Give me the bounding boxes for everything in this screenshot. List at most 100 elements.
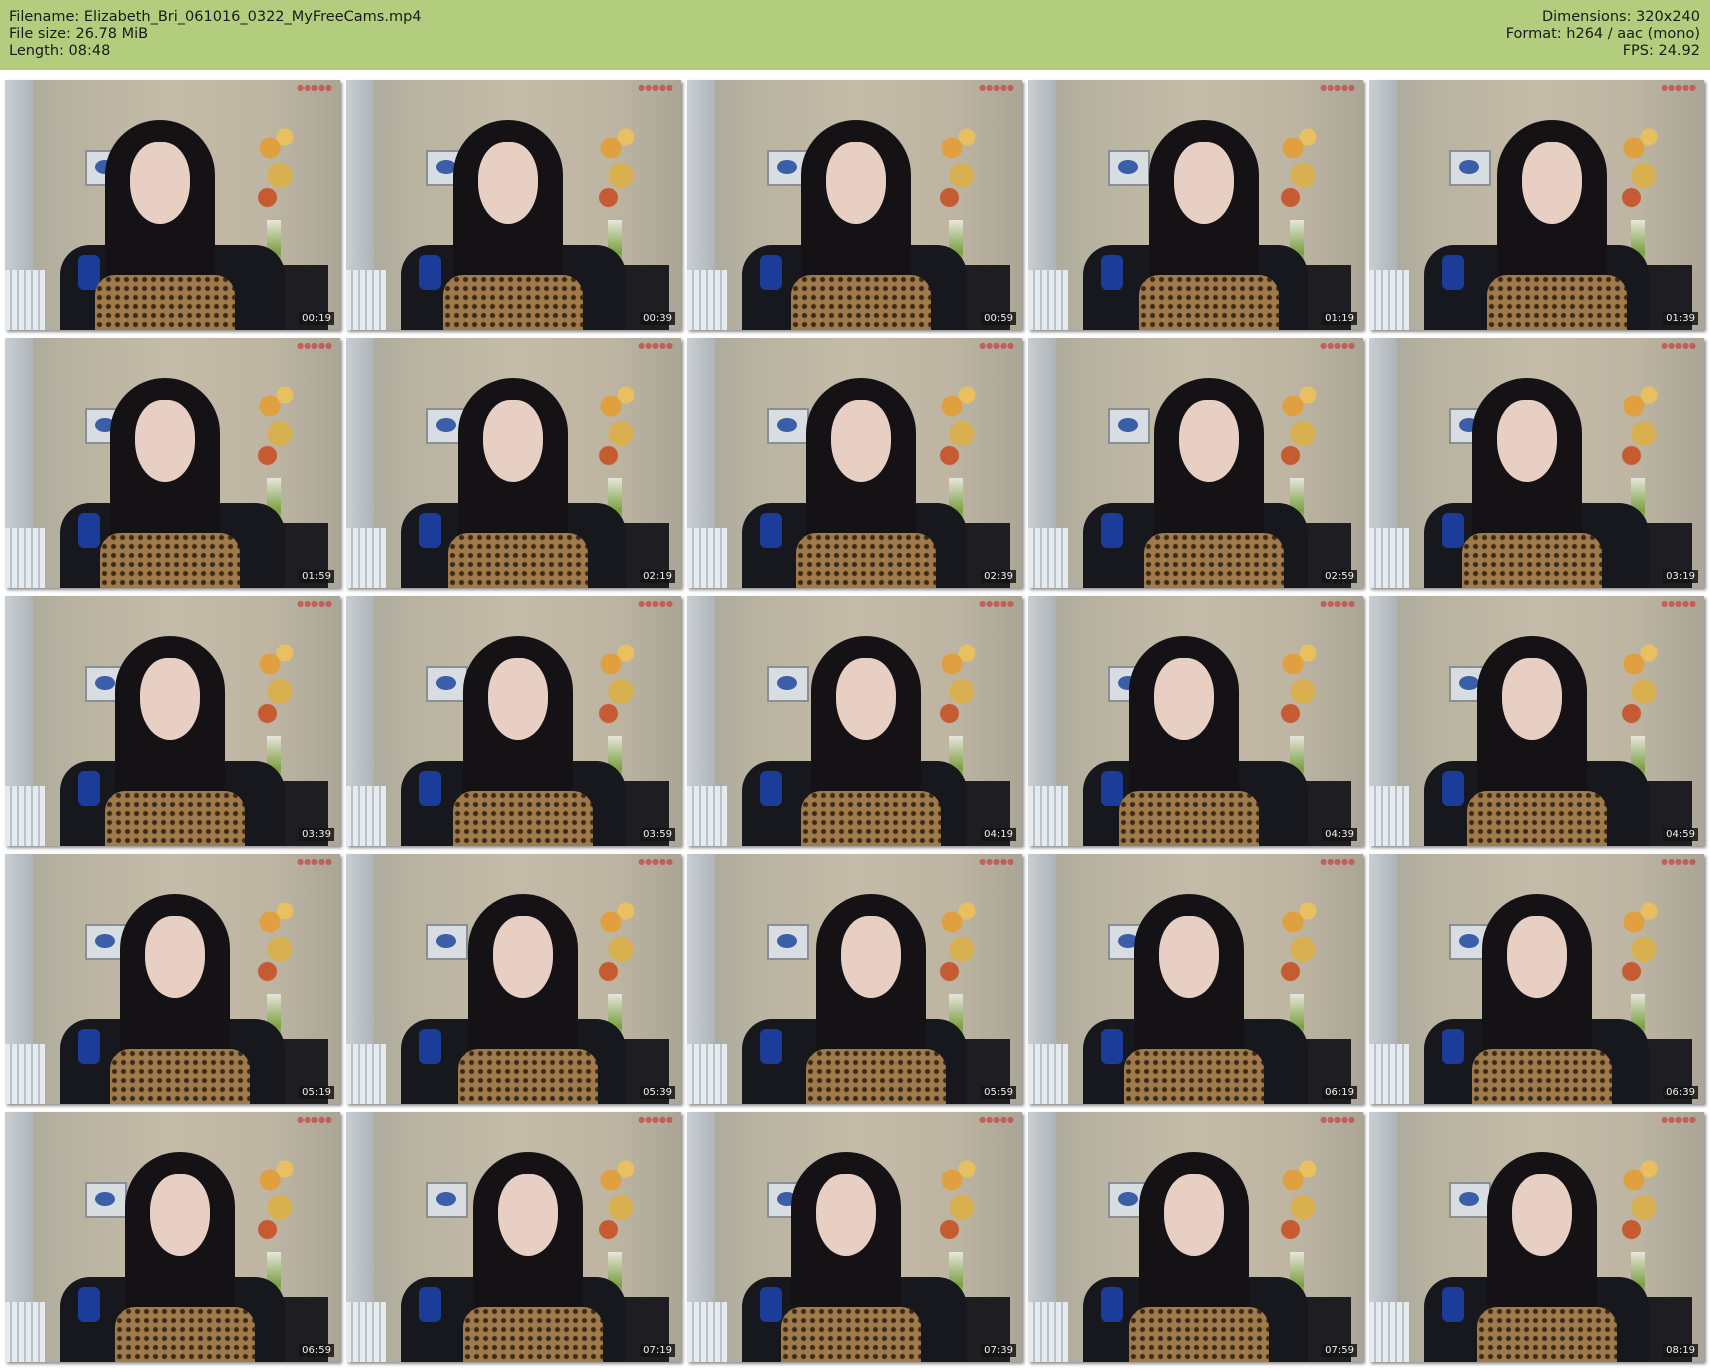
flowers	[250, 373, 300, 483]
video-thumbnail: ●●●●● 02:39	[687, 338, 1022, 588]
watermark-logo: ●●●●●	[979, 1115, 1014, 1124]
radiator	[5, 528, 45, 588]
watermark-logo: ●●●●●	[297, 599, 332, 608]
video-thumbnail: ●●●●● 01:59	[5, 338, 340, 588]
person-shirt	[453, 791, 593, 846]
timestamp: 04:59	[1663, 828, 1698, 841]
watermark-logo: ●●●●●	[297, 857, 332, 866]
timestamp: 07:39	[981, 1344, 1016, 1357]
flowers	[591, 115, 641, 225]
video-thumbnail: ●●●●● 02:19	[346, 338, 681, 588]
flowers	[1273, 115, 1323, 225]
timestamp: 04:39	[1322, 828, 1357, 841]
timestamp: 02:39	[981, 570, 1016, 583]
wall-picture	[767, 408, 809, 444]
person-shirt	[1472, 1049, 1612, 1104]
flowers	[1273, 631, 1323, 741]
person-shirt	[1487, 275, 1627, 330]
radiator	[1028, 1044, 1068, 1104]
video-thumbnail: ●●●●● 01:19	[1028, 80, 1363, 330]
person-shirt	[796, 533, 936, 588]
flowers	[932, 889, 982, 999]
person-face	[1512, 1174, 1572, 1256]
person-face	[1174, 142, 1234, 224]
timestamp: 07:19	[640, 1344, 675, 1357]
flowers	[250, 1147, 300, 1257]
watermark-logo: ●●●●●	[979, 83, 1014, 92]
dimensions: Dimensions: 320x240	[1541, 9, 1700, 25]
fps: FPS: 24.92	[1622, 43, 1700, 59]
timestamp: 01:19	[1322, 312, 1357, 325]
person-face	[1522, 142, 1582, 224]
person-face	[483, 400, 543, 482]
person-shirt	[115, 1307, 255, 1362]
person-face	[1159, 916, 1219, 998]
wall-picture	[426, 666, 468, 702]
flowers	[1273, 373, 1323, 483]
video-thumbnail: ●●●●● 03:59	[346, 596, 681, 846]
timestamp: 06:39	[1663, 1086, 1698, 1099]
radiator	[1028, 786, 1068, 846]
wall-picture	[1108, 408, 1150, 444]
flowers	[932, 373, 982, 483]
person-face	[145, 916, 205, 998]
person-face	[1502, 658, 1562, 740]
watermark-logo: ●●●●●	[979, 599, 1014, 608]
video-thumbnail: ●●●●● 06:59	[5, 1112, 340, 1362]
person-face	[1179, 400, 1239, 482]
person-face	[826, 142, 886, 224]
person-face	[150, 1174, 210, 1256]
flowers	[250, 631, 300, 741]
person-face	[140, 658, 200, 740]
flowers	[591, 1147, 641, 1257]
radiator	[1369, 1044, 1409, 1104]
video-thumbnail: ●●●●● 00:19	[5, 80, 340, 330]
flowers	[1273, 1147, 1323, 1257]
person-face	[130, 142, 190, 224]
radiator	[5, 1302, 45, 1362]
person-face	[836, 658, 896, 740]
person-shirt	[95, 275, 235, 330]
watermark-logo: ●●●●●	[297, 341, 332, 350]
wall-picture	[1449, 150, 1491, 186]
format: Format: h264 / aac (mono)	[1505, 26, 1700, 42]
timestamp: 06:59	[299, 1344, 334, 1357]
flowers	[1273, 889, 1323, 999]
timestamp: 07:59	[1322, 1344, 1357, 1357]
flowers	[932, 1147, 982, 1257]
radiator	[1369, 786, 1409, 846]
timestamp: 01:39	[1663, 312, 1698, 325]
watermark-logo: ●●●●●	[1661, 857, 1696, 866]
wall-picture	[426, 924, 468, 960]
timestamp: 01:59	[299, 570, 334, 583]
flowers	[1614, 889, 1664, 999]
file-size: File size: 26.78 MiB	[9, 26, 149, 42]
video-thumbnail: ●●●●● 07:39	[687, 1112, 1022, 1362]
watermark-logo: ●●●●●	[638, 341, 673, 350]
flowers	[591, 373, 641, 483]
file-info-right: Dimensions: 320x240 Format: h264 / aac (…	[1506, 9, 1700, 60]
video-thumbnail: ●●●●● 00:59	[687, 80, 1022, 330]
radiator	[1028, 1302, 1068, 1362]
video-thumbnail: ●●●●● 00:39	[346, 80, 681, 330]
radiator	[346, 270, 386, 330]
video-thumbnail: ●●●●● 05:19	[5, 854, 340, 1104]
timestamp: 05:19	[299, 1086, 334, 1099]
watermark-logo: ●●●●●	[979, 857, 1014, 866]
radiator	[1028, 528, 1068, 588]
video-thumbnail: ●●●●● 03:19	[1369, 338, 1704, 588]
flowers	[1614, 1147, 1664, 1257]
video-thumbnail: ●●●●● 06:19	[1028, 854, 1363, 1104]
person-face	[493, 916, 553, 998]
person-face	[816, 1174, 876, 1256]
wall-picture	[767, 666, 809, 702]
person-face	[478, 142, 538, 224]
flowers	[932, 631, 982, 741]
timestamp: 02:59	[1322, 570, 1357, 583]
person-face	[841, 916, 901, 998]
wall-picture	[85, 1182, 127, 1218]
radiator	[1369, 270, 1409, 330]
person-shirt	[1467, 791, 1607, 846]
timestamp: 00:39	[640, 312, 675, 325]
flowers	[1614, 631, 1664, 741]
